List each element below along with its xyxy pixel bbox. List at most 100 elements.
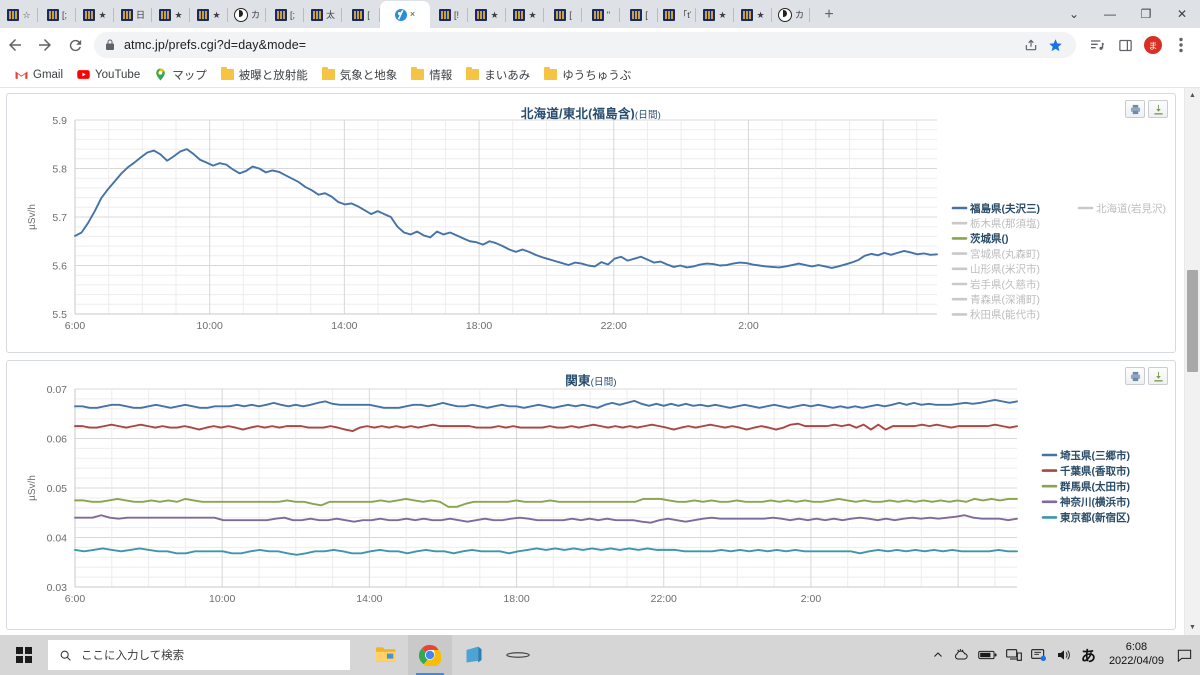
battery-icon[interactable] <box>978 649 997 661</box>
bookmark-label: 被曝と放射能 <box>238 69 308 82</box>
forward-icon[interactable] <box>30 30 60 60</box>
legend-item-2[interactable]: 栃木県(那須塩) <box>951 217 1040 230</box>
ime-indicator[interactable]: あ <box>1081 645 1096 666</box>
chrome-icon[interactable] <box>408 635 452 675</box>
store-icon[interactable] <box>452 635 496 675</box>
network-icon[interactable] <box>1006 648 1022 662</box>
reload-icon[interactable] <box>60 30 90 60</box>
legend-item-5[interactable]: 山形県(米沢市) <box>951 263 1040 276</box>
browser-tab-4[interactable]: ★ <box>152 2 190 28</box>
browser-tab-15[interactable]: " <box>582 2 620 28</box>
show-hidden-icons-chevron[interactable] <box>932 649 944 661</box>
legend-item-3[interactable]: 茨城県() <box>951 232 1009 245</box>
browser-tab-5[interactable]: ★ <box>190 2 228 28</box>
pen-icon[interactable] <box>496 635 540 675</box>
browser-tab-6[interactable]: カ <box>228 2 266 28</box>
scroll-up-arrow[interactable]: ▲ <box>1185 88 1200 103</box>
scrollbar-thumb[interactable] <box>1187 270 1198 372</box>
browser-tab-7[interactable]: [; <box>266 2 304 28</box>
bookmark-star-icon[interactable] <box>1044 34 1066 56</box>
legend-item-0[interactable]: 埼玉県(三郷市) <box>1041 449 1130 462</box>
site-favicon <box>159 9 172 21</box>
bookmark-5[interactable]: 情報 <box>404 64 459 86</box>
profile-avatar[interactable]: ま <box>1140 32 1166 58</box>
series-line-2 <box>74 497 1018 508</box>
legend-item-1[interactable]: 北海道(岩見沢) <box>1077 202 1166 215</box>
ring-favicon <box>233 8 248 22</box>
system-tray: あ 6:08 2022/04/09 <box>932 641 1200 669</box>
site-favicon <box>591 9 604 21</box>
browser-tab-13[interactable]: ★ <box>506 2 544 28</box>
x-tick-label: 10:00 <box>209 593 235 605</box>
browser-tab-1[interactable]: [; <box>38 2 76 28</box>
taskbar-clock[interactable]: 6:08 2022/04/09 <box>1105 641 1168 669</box>
tab-label: [; <box>289 9 295 20</box>
legend-label: 北海道(岩見沢) <box>1096 202 1166 215</box>
browser-tab-0[interactable]: ☆ <box>0 2 38 28</box>
file-explorer-icon[interactable] <box>364 635 408 675</box>
legend-item-4[interactable]: 東京都(新宿区) <box>1041 511 1130 524</box>
legend-item-2[interactable]: 群馬県(太田市) <box>1041 480 1130 493</box>
browser-tab-11[interactable]: [! <box>430 2 468 28</box>
globe-favicon <box>394 8 407 21</box>
minimize-button[interactable]: — <box>1092 0 1128 28</box>
browser-tab-2[interactable]: ★ <box>76 2 114 28</box>
bookmark-2[interactable]: マップ <box>147 64 214 86</box>
site-favicon <box>438 9 451 21</box>
tab-label: × <box>409 9 416 19</box>
browser-tab-14[interactable]: [ <box>544 2 582 28</box>
notifications-icon[interactable] <box>1177 648 1192 662</box>
browser-tab-20[interactable]: カ <box>772 2 810 28</box>
maximize-button[interactable]: ❐ <box>1128 0 1164 28</box>
action-center-sync-icon[interactable] <box>1031 648 1047 662</box>
browser-tab-19[interactable]: ★ <box>734 2 772 28</box>
bookmark-3[interactable]: 被曝と放射能 <box>214 64 315 86</box>
folder-icon <box>411 67 425 80</box>
bookmark-7[interactable]: ゆうちゅうぶ <box>537 64 638 86</box>
legend-item-4[interactable]: 宮城県(丸森町) <box>951 247 1040 260</box>
browser-tab-18[interactable]: ★ <box>696 2 734 28</box>
ring-favicon <box>777 8 792 22</box>
legend-item-3[interactable]: 神奈川(横浜市) <box>1041 496 1130 509</box>
browser-tab-3[interactable]: 日 <box>114 2 152 28</box>
address-bar[interactable]: atmc.jp/prefs.cgi?d=day&mode= <box>94 32 1076 58</box>
legend-item-0[interactable]: 福島県(夫沢三) <box>951 202 1040 215</box>
taskbar-search-input[interactable]: ここに入力して検索 <box>48 640 350 670</box>
legend-item-1[interactable]: 千葉県(香取市) <box>1041 464 1130 477</box>
bookmark-label: YouTube <box>95 68 141 81</box>
bookmark-0[interactable]: Gmail <box>8 64 70 86</box>
chart1-plot: 5.95.85.75.65.56:00 10:00 14:00 18:00 22:00 2… <box>27 115 1166 332</box>
browser-tab-10[interactable]: × <box>380 1 430 28</box>
chart-legend: 埼玉県(三郷市) 千葉県(香取市) 群馬県(太田市) 神奈川(横浜市) 東京都(新宿区) <box>1041 449 1130 524</box>
share-icon[interactable] <box>1020 34 1042 56</box>
tab-strip: ☆ [; ★ 日 ★ ★ カ [; 太 [× [! ★ ★ [" [「ť ★ ★ カ + ⌄ — ❐ ✕ <box>0 0 1200 28</box>
legend-item-7[interactable]: 青森県(深浦町) <box>951 293 1040 306</box>
onedrive-icon[interactable] <box>953 648 969 662</box>
legend-item-6[interactable]: 岩手県(久慈市) <box>951 278 1040 291</box>
reading-list-icon[interactable] <box>1084 32 1110 58</box>
page-scrollbar[interactable]: ▲ ▼ <box>1184 88 1200 635</box>
browser-tab-16[interactable]: [ <box>620 2 658 28</box>
tab-search-button[interactable]: ⌄ <box>1056 0 1092 28</box>
browser-tab-9[interactable]: [ <box>342 2 380 28</box>
legend-item-8[interactable]: 秋田県(能代市) <box>951 308 1040 321</box>
start-button[interactable] <box>0 635 48 675</box>
bookmark-4[interactable]: 気象と地象 <box>315 64 405 86</box>
bookmark-1[interactable]: YouTube <box>70 64 147 86</box>
scroll-down-arrow[interactable]: ▼ <box>1185 620 1200 635</box>
volume-icon[interactable] <box>1056 648 1072 662</box>
browser-tab-8[interactable]: 太 <box>304 2 342 28</box>
maps-pin-icon <box>156 68 166 81</box>
back-icon[interactable] <box>0 30 30 60</box>
chrome-menu-icon[interactable] <box>1168 32 1194 58</box>
side-panel-icon[interactable] <box>1112 32 1138 58</box>
close-button[interactable]: ✕ <box>1164 0 1200 28</box>
browser-tab-17[interactable]: 「ť <box>658 2 696 28</box>
bookmark-6[interactable]: まいあみ <box>459 64 537 86</box>
browser-tab-12[interactable]: ★ <box>468 2 506 28</box>
series-line-1 <box>74 422 1018 433</box>
tab-label: [ <box>367 9 370 20</box>
browser-window: ☆ [; ★ 日 ★ ★ カ [; 太 [× [! ★ ★ [" [「ť ★ ★ カ + ⌄ — ❐ ✕ atmc… <box>0 0 1200 675</box>
new-tab-button[interactable]: + <box>816 2 842 28</box>
x-tick-label: 14:00 <box>356 593 382 605</box>
